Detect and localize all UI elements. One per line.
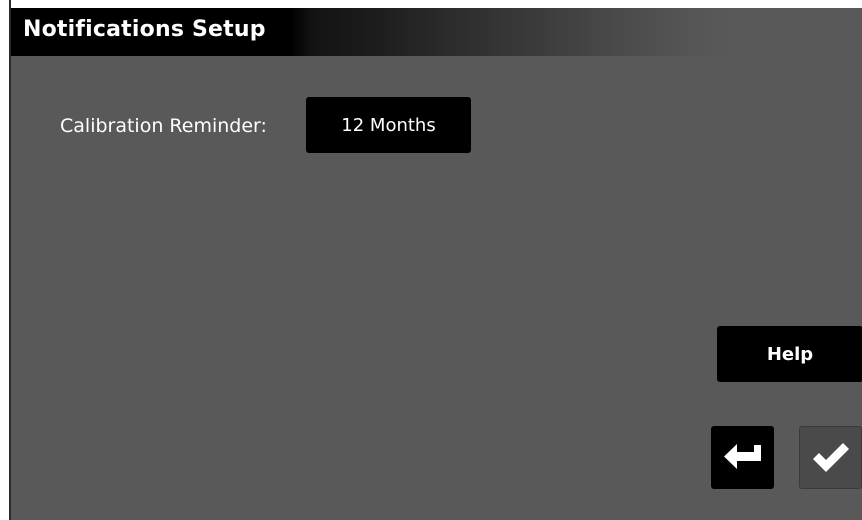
return-arrow-icon (723, 443, 761, 469)
calibration-reminder-button[interactable]: 12 Months (306, 97, 471, 153)
calibration-reminder-value: 12 Months (341, 114, 436, 136)
help-button-label: Help (766, 343, 814, 365)
help-button[interactable]: Help (717, 326, 862, 382)
notifications-setup-screen: Notifications Setup Calibration Reminder… (11, 8, 862, 520)
back-button[interactable] (711, 426, 774, 489)
page-title: Notifications Setup (23, 17, 266, 42)
outer-frame-left (0, 0, 11, 520)
calibration-reminder-label: Calibration Reminder: (60, 115, 267, 137)
title-bar: Notifications Setup (11, 8, 862, 56)
outer-frame-top (0, 0, 862, 8)
accept-button[interactable] (799, 426, 862, 489)
checkmark-icon (812, 442, 849, 472)
